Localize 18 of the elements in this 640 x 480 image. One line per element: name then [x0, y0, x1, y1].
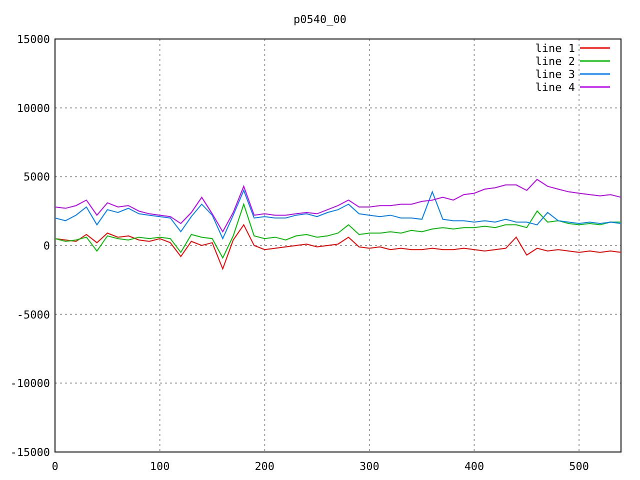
- x-tick-label: 200: [254, 460, 275, 473]
- y-tick-label: -10000: [10, 377, 50, 390]
- x-tick-label: 300: [360, 460, 380, 473]
- legend-label: line 3: [535, 68, 575, 81]
- x-tick-label: 500: [569, 460, 589, 473]
- y-tick-label: -5000: [16, 308, 50, 322]
- legend-label: line 2: [535, 55, 575, 68]
- y-tick-label: 0: [43, 240, 50, 252]
- y-tick-label: 15000: [16, 33, 50, 46]
- y-tick-label: 5000: [24, 170, 50, 184]
- y-tick-label: 10000: [16, 102, 50, 115]
- x-tick-label: 100: [150, 460, 170, 473]
- x-tick-label: 400: [464, 460, 484, 473]
- x-tick-label: 0: [52, 460, 58, 473]
- legend-label: line 4: [535, 81, 575, 94]
- legend-label: line 1: [535, 42, 575, 55]
- chart-title: p0540_00: [294, 13, 346, 26]
- y-tick-label: -15000: [10, 446, 50, 459]
